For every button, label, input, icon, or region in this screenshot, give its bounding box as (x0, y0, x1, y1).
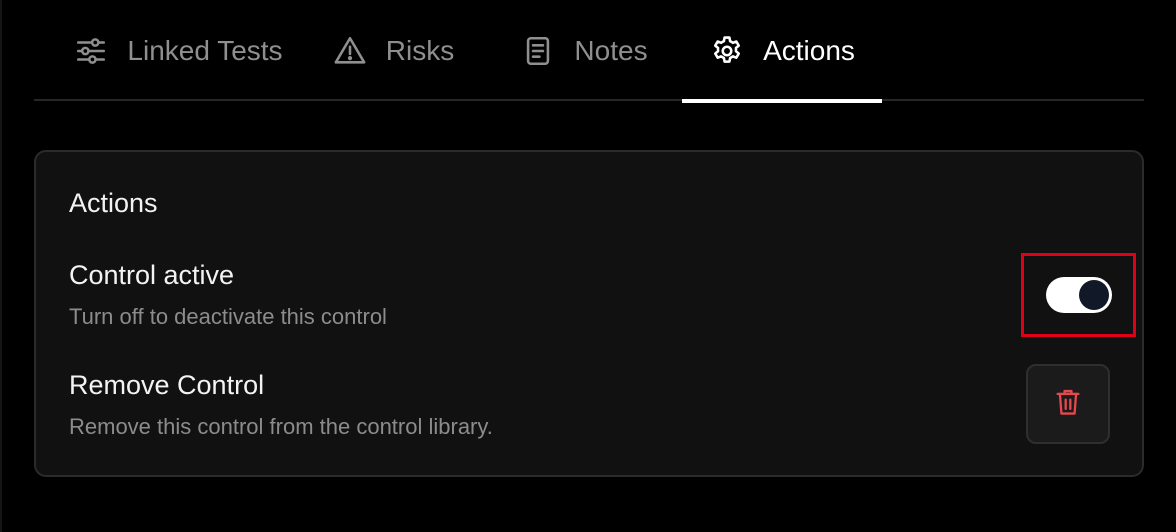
tab-label: Linked Tests (127, 34, 283, 66)
gear-icon (709, 33, 745, 69)
remove-control-title: Remove Control (69, 370, 265, 400)
remove-control-button[interactable] (1026, 364, 1110, 444)
tab-notes[interactable]: Notes (516, 0, 652, 101)
document-icon (520, 33, 556, 69)
actions-panel: Linked Tests Risks Notes Actions Actions… (0, 0, 1176, 532)
tab-actions[interactable]: Actions (682, 0, 882, 103)
tab-label: Notes (574, 34, 648, 66)
tab-linked-tests[interactable]: Linked Tests (58, 0, 298, 101)
toggle-knob (1079, 280, 1109, 310)
sliders-icon (73, 33, 109, 69)
trash-icon (1055, 387, 1081, 422)
left-divider (0, 0, 2, 532)
tab-label: Actions (763, 34, 855, 66)
remove-control-description: Remove this control from the control lib… (69, 414, 493, 439)
control-active-description: Turn off to deactivate this control (69, 304, 387, 329)
tab-label: Risks (385, 34, 455, 66)
card-title: Actions (69, 188, 158, 218)
tab-bar: Linked Tests Risks Notes Actions (34, 0, 1144, 103)
warning-triangle-icon (332, 33, 368, 69)
actions-card: Actions Control active Turn off to deact… (34, 150, 1144, 477)
tab-risks[interactable]: Risks (328, 0, 458, 101)
control-active-toggle[interactable] (1046, 277, 1112, 313)
control-active-title: Control active (69, 260, 235, 290)
